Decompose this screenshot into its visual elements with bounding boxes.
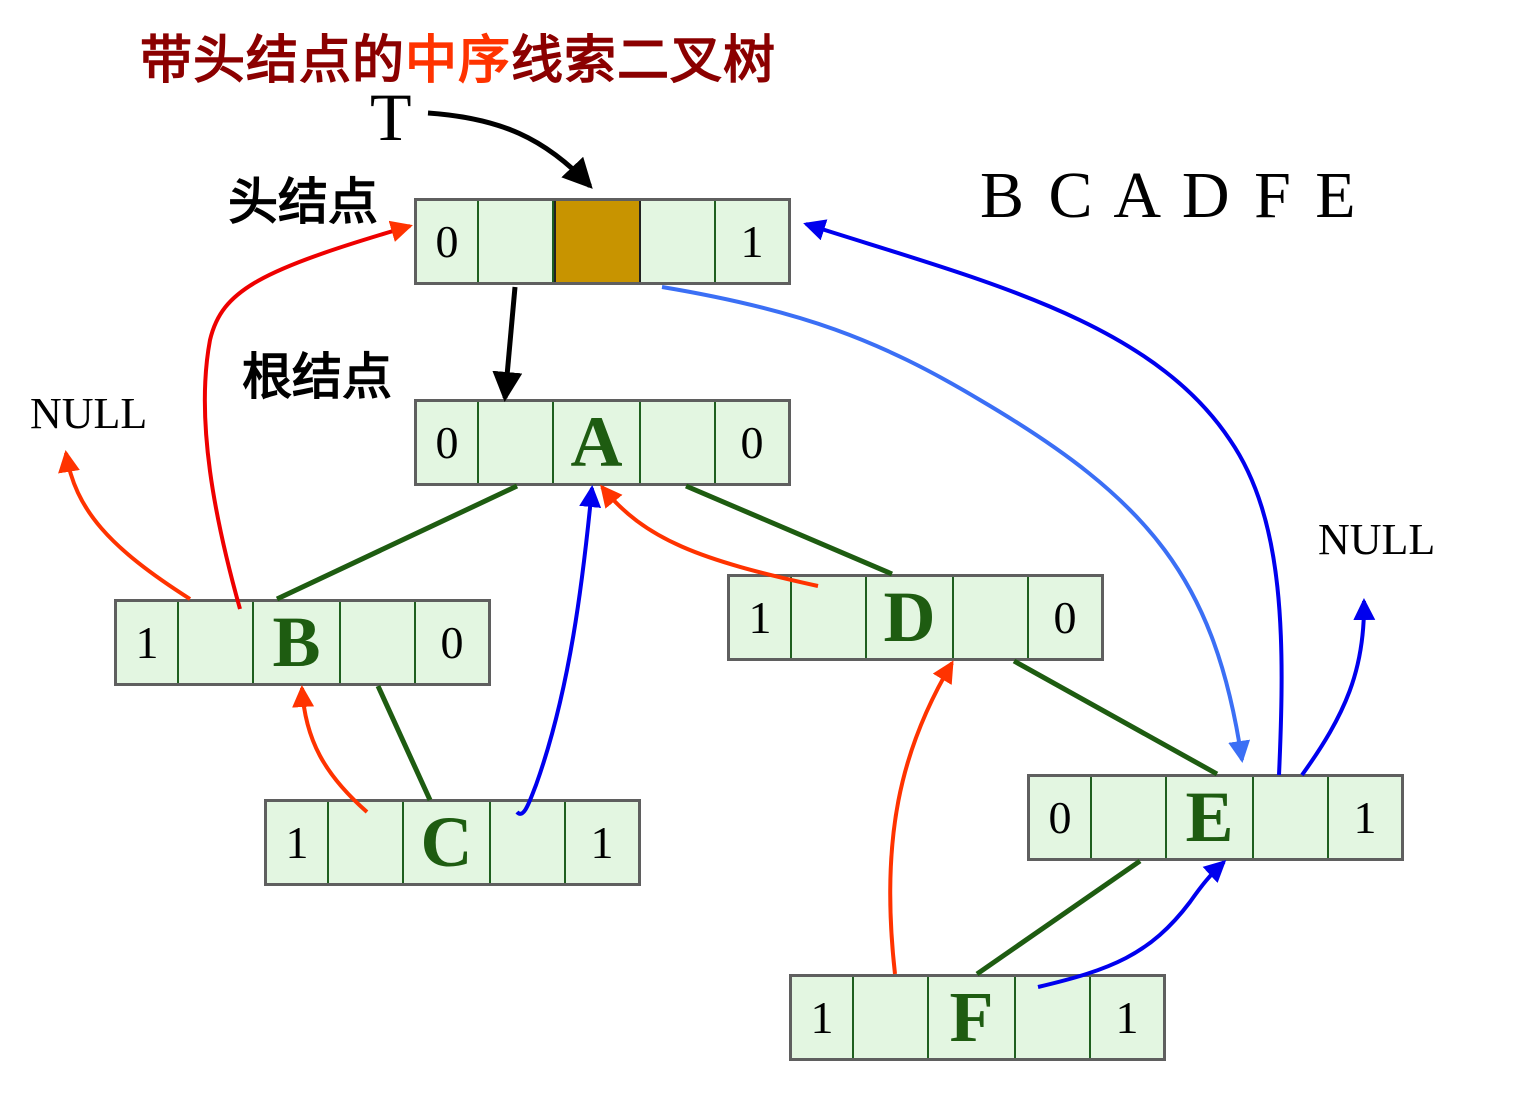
thread-b-pred-null [58, 450, 192, 601]
thread-c-pred-b [292, 685, 369, 814]
thread-c-succ-a [515, 485, 602, 816]
thread-d-pred-a [600, 484, 819, 588]
thread-f-succ-e [1037, 859, 1227, 989]
edge-d-e [1012, 658, 1219, 777]
thread-e-to-head [803, 219, 1284, 776]
edge-b-c [375, 684, 433, 802]
head-to-root-arrow [492, 286, 523, 402]
edge-e-f [975, 858, 1142, 977]
thread-head-to-e [661, 285, 1251, 763]
edge-a-b [275, 483, 519, 602]
pointer-t-arrow [427, 110, 593, 189]
thread-f-pred-d [888, 660, 954, 975]
links-layer [58, 110, 1376, 989]
thread-e-succ-null [1300, 598, 1376, 777]
